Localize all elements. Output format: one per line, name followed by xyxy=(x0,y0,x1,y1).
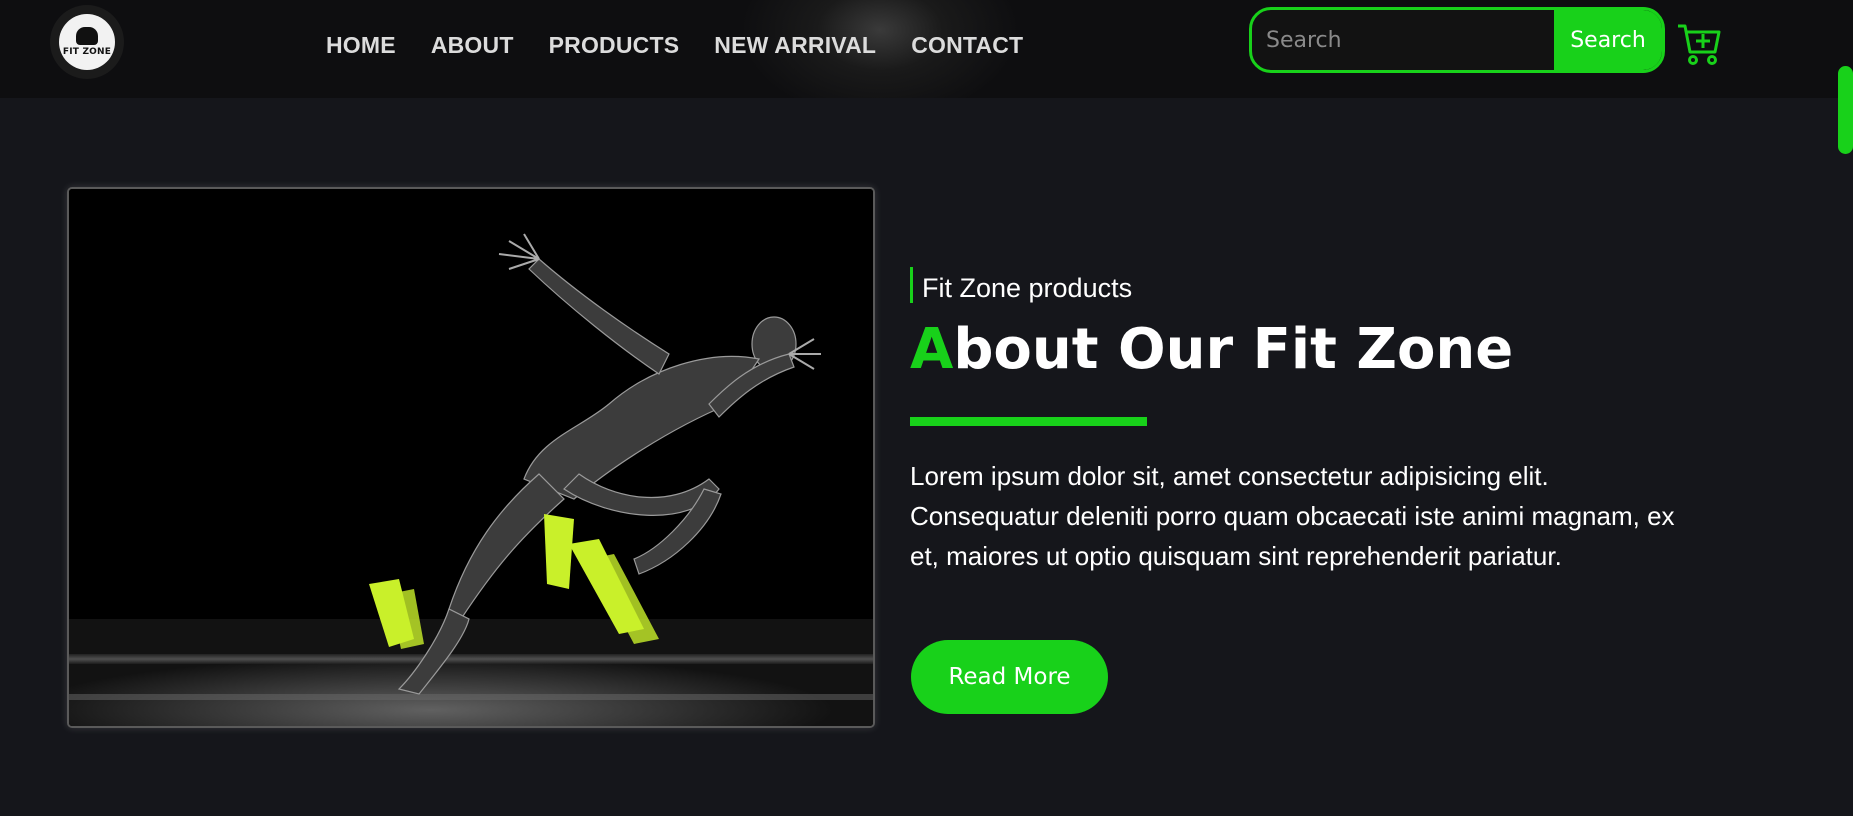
title-underline xyxy=(910,417,1147,426)
search-button[interactable]: Search xyxy=(1554,10,1662,70)
section-eyebrow: Fit Zone products xyxy=(910,267,1132,303)
bodybuilder-icon xyxy=(76,27,98,45)
nav-about[interactable]: ABOUT xyxy=(431,30,514,60)
title-rest: bout Our Fit Zone xyxy=(953,317,1514,382)
page-title: About Our Fit Zone xyxy=(910,315,1513,385)
logo-text: FIT ZONE xyxy=(62,47,112,57)
fit-zone-logo[interactable]: FIT ZONE xyxy=(50,5,124,79)
nav-new-arrival[interactable]: NEW ARRIVAL xyxy=(714,30,876,60)
title-accent-letter: A xyxy=(910,317,954,382)
cart-plus-icon[interactable] xyxy=(1677,22,1721,68)
sprinter-image xyxy=(67,187,875,728)
search-input[interactable] xyxy=(1252,10,1554,70)
site-header: FIT ZONE HOME ABOUT PRODUCTS NEW ARRIVAL… xyxy=(0,0,1853,98)
nav-home[interactable]: HOME xyxy=(326,30,396,60)
nav-contact[interactable]: CONTACT xyxy=(911,30,1023,60)
logo-badge: FIT ZONE xyxy=(59,14,115,70)
read-more-button[interactable]: Read More xyxy=(911,640,1108,714)
main-nav: HOME ABOUT PRODUCTS NEW ARRIVAL CONTACT xyxy=(326,30,1058,60)
nav-products[interactable]: PRODUCTS xyxy=(549,30,680,60)
search-bar: Search xyxy=(1249,7,1665,73)
about-paragraph: Lorem ipsum dolor sit, amet consectetur … xyxy=(910,461,1675,571)
page-scrollbar[interactable] xyxy=(1838,66,1853,154)
